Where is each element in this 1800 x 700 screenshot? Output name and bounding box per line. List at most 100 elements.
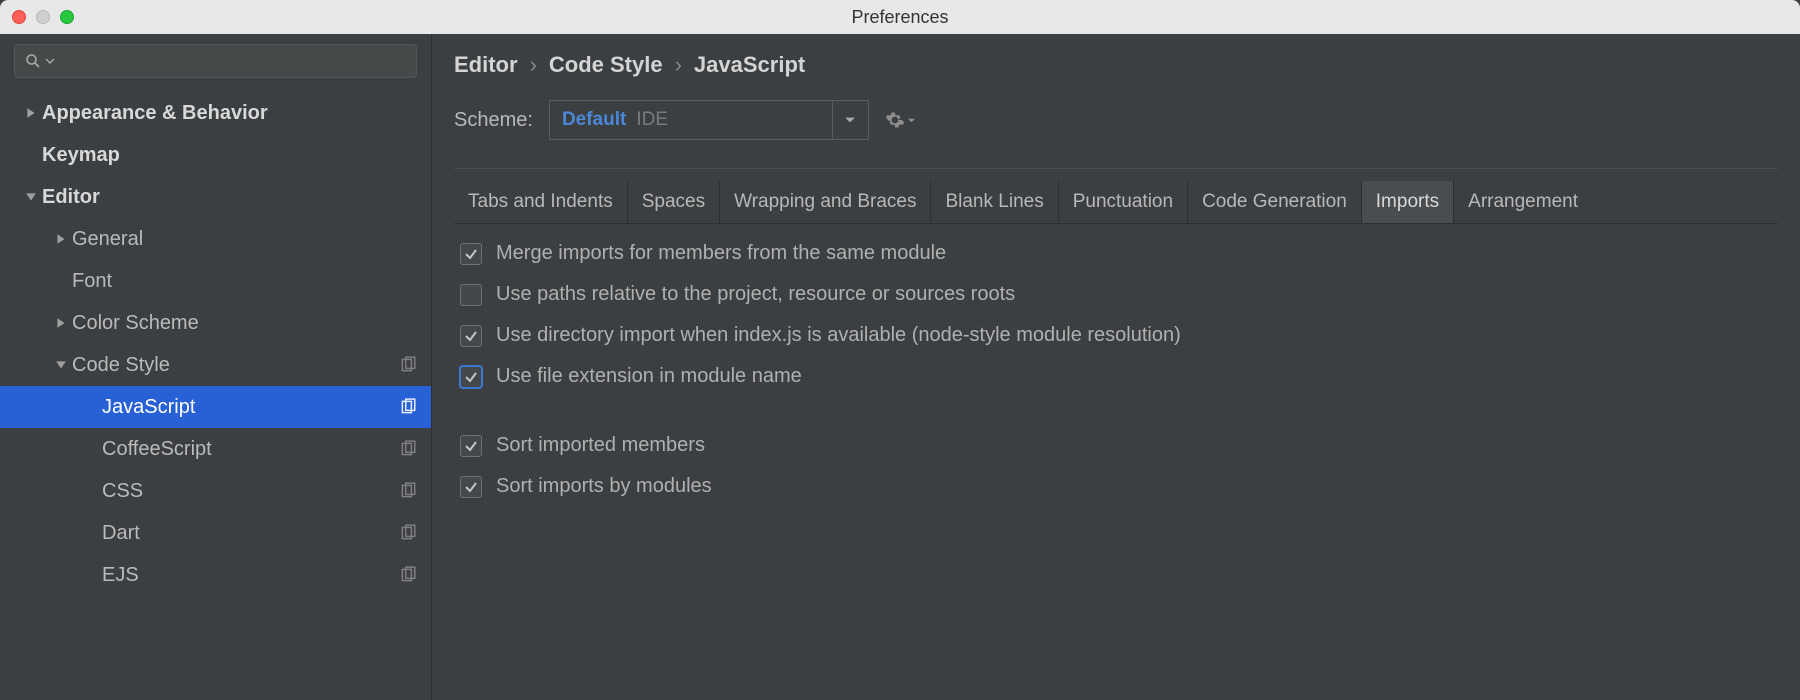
titlebar: Preferences bbox=[0, 0, 1800, 34]
sidebar-item-label: Font bbox=[72, 270, 417, 293]
sidebar-item-javascript[interactable]: JavaScript bbox=[0, 386, 431, 428]
tab-arrangement[interactable]: Arrangement bbox=[1454, 181, 1592, 223]
breadcrumb-segment[interactable]: JavaScript bbox=[694, 52, 805, 78]
chevron-down-icon bbox=[844, 114, 856, 126]
tab-label: Wrapping and Braces bbox=[734, 191, 916, 212]
check-icon bbox=[464, 329, 478, 343]
option-group-gap bbox=[460, 406, 1772, 416]
copy-scheme-icon[interactable] bbox=[399, 482, 417, 500]
sidebar-item-label: CSS bbox=[102, 480, 399, 503]
sidebar: Appearance & Behavior Keymap Editor Gene… bbox=[0, 34, 432, 700]
breadcrumb-segment[interactable]: Editor bbox=[454, 52, 518, 78]
checkbox[interactable] bbox=[460, 366, 482, 388]
option-label: Merge imports for members from the same … bbox=[496, 242, 946, 265]
check-icon bbox=[464, 480, 478, 494]
option-label: Sort imports by modules bbox=[496, 475, 712, 498]
option-directory-import[interactable]: Use directory import when index.js is av… bbox=[460, 324, 1772, 347]
tab-label: Code Generation bbox=[1202, 191, 1347, 212]
check-icon bbox=[464, 439, 478, 453]
sidebar-item-editor[interactable]: Editor bbox=[0, 176, 431, 218]
sidebar-item-css[interactable]: CSS bbox=[0, 470, 431, 512]
sidebar-item-label: Keymap bbox=[42, 144, 417, 167]
breadcrumb-segment[interactable]: Code Style bbox=[549, 52, 663, 78]
sidebar-item-label: General bbox=[72, 228, 417, 251]
scheme-select-content: Default IDE bbox=[550, 109, 832, 131]
option-relative-paths[interactable]: Use paths relative to the project, resou… bbox=[460, 283, 1772, 306]
copy-scheme-icon[interactable] bbox=[399, 356, 417, 374]
sidebar-item-label: Appearance & Behavior bbox=[42, 102, 417, 125]
scheme-actions-button[interactable] bbox=[885, 110, 916, 130]
collapse-arrow-icon[interactable] bbox=[50, 359, 72, 371]
scheme-label: Scheme: bbox=[454, 109, 533, 132]
close-window-button[interactable] bbox=[12, 10, 26, 24]
checkbox[interactable] bbox=[460, 284, 482, 306]
chevron-down-icon[interactable] bbox=[45, 56, 55, 66]
tab-label: Blank Lines bbox=[945, 191, 1043, 212]
checkbox[interactable] bbox=[460, 435, 482, 457]
divider bbox=[454, 168, 1778, 169]
sidebar-item-coffeescript[interactable]: CoffeeScript bbox=[0, 428, 431, 470]
sidebar-item-font[interactable]: Font bbox=[0, 260, 431, 302]
tab-label: Imports bbox=[1376, 191, 1439, 212]
scheme-select[interactable]: Default IDE bbox=[549, 100, 869, 140]
scheme-name: Default bbox=[562, 109, 626, 131]
search-input[interactable] bbox=[59, 52, 406, 70]
breadcrumb-separator-icon: › bbox=[675, 52, 682, 78]
tabs: Tabs and Indents Spaces Wrapping and Bra… bbox=[454, 181, 1778, 224]
chevron-down-icon bbox=[907, 116, 916, 125]
sidebar-item-label: Color Scheme bbox=[72, 312, 417, 335]
tab-punctuation[interactable]: Punctuation bbox=[1059, 181, 1188, 223]
option-sort-members[interactable]: Sort imported members bbox=[460, 434, 1772, 457]
option-label: Use directory import when index.js is av… bbox=[496, 324, 1181, 347]
copy-scheme-icon[interactable] bbox=[399, 566, 417, 584]
tab-label: Arrangement bbox=[1468, 191, 1578, 212]
tab-tabs-and-indents[interactable]: Tabs and Indents bbox=[454, 181, 628, 223]
tab-label: Spaces bbox=[642, 191, 705, 212]
collapse-arrow-icon[interactable] bbox=[20, 191, 42, 203]
option-label: Use paths relative to the project, resou… bbox=[496, 283, 1015, 306]
checkbox[interactable] bbox=[460, 243, 482, 265]
body: Appearance & Behavior Keymap Editor Gene… bbox=[0, 34, 1800, 700]
breadcrumb: Editor › Code Style › JavaScript bbox=[454, 52, 1778, 78]
preferences-window: Preferences Appearance & Behavior Keymap bbox=[0, 0, 1800, 700]
settings-tree: Appearance & Behavior Keymap Editor Gene… bbox=[0, 88, 431, 700]
tab-blank-lines[interactable]: Blank Lines bbox=[931, 181, 1058, 223]
sidebar-item-ejs[interactable]: EJS bbox=[0, 554, 431, 596]
tab-wrapping-and-braces[interactable]: Wrapping and Braces bbox=[720, 181, 931, 223]
sidebar-item-keymap[interactable]: Keymap bbox=[0, 134, 431, 176]
expand-arrow-icon[interactable] bbox=[50, 233, 72, 245]
sidebar-item-label: Dart bbox=[102, 522, 399, 545]
copy-scheme-icon[interactable] bbox=[399, 398, 417, 416]
option-sort-imports[interactable]: Sort imports by modules bbox=[460, 475, 1772, 498]
copy-scheme-icon[interactable] bbox=[399, 440, 417, 458]
sidebar-item-label: CoffeeScript bbox=[102, 438, 399, 461]
sidebar-item-label: JavaScript bbox=[102, 396, 399, 419]
option-merge-imports[interactable]: Merge imports for members from the same … bbox=[460, 242, 1772, 265]
tab-imports[interactable]: Imports bbox=[1362, 181, 1454, 223]
copy-scheme-icon[interactable] bbox=[399, 524, 417, 542]
sidebar-item-code-style[interactable]: Code Style bbox=[0, 344, 431, 386]
scheme-row: Scheme: Default IDE bbox=[454, 100, 1778, 140]
tab-spaces[interactable]: Spaces bbox=[628, 181, 720, 223]
scheme-dropdown-arrow[interactable] bbox=[832, 101, 868, 139]
sidebar-item-label: Code Style bbox=[72, 354, 399, 377]
search-row bbox=[0, 34, 431, 88]
window-controls bbox=[12, 10, 74, 24]
maximize-window-button[interactable] bbox=[60, 10, 74, 24]
window-title: Preferences bbox=[851, 7, 948, 28]
expand-arrow-icon[interactable] bbox=[20, 107, 42, 119]
search-box[interactable] bbox=[14, 44, 417, 78]
sidebar-item-dart[interactable]: Dart bbox=[0, 512, 431, 554]
option-file-extension[interactable]: Use file extension in module name bbox=[460, 365, 1772, 388]
expand-arrow-icon[interactable] bbox=[50, 317, 72, 329]
sidebar-item-appearance-behavior[interactable]: Appearance & Behavior bbox=[0, 92, 431, 134]
scheme-badge: IDE bbox=[636, 109, 668, 131]
sidebar-item-general[interactable]: General bbox=[0, 218, 431, 260]
check-icon bbox=[464, 370, 478, 384]
sidebar-item-color-scheme[interactable]: Color Scheme bbox=[0, 302, 431, 344]
minimize-window-button[interactable] bbox=[36, 10, 50, 24]
checkbox[interactable] bbox=[460, 325, 482, 347]
tab-code-generation[interactable]: Code Generation bbox=[1188, 181, 1362, 223]
checkbox[interactable] bbox=[460, 476, 482, 498]
sidebar-item-label: EJS bbox=[102, 564, 399, 587]
